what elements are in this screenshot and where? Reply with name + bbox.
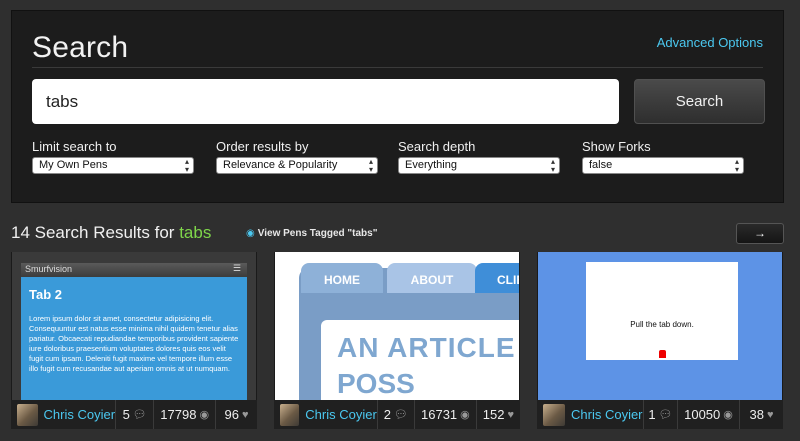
select-arrows-icon: ▴ ▾ bbox=[184, 157, 189, 174]
select-value: My Own Pens bbox=[39, 159, 108, 171]
page-title: Search bbox=[32, 31, 129, 64]
preview-tab: ABOUT bbox=[387, 263, 477, 293]
select-value: Everything bbox=[405, 159, 457, 171]
avatar[interactable] bbox=[543, 403, 565, 426]
pen-card: Pull the tab down. Chris Coyier 1 💬︎ 1005… bbox=[537, 252, 783, 429]
filter-order: Order results by Relevance & Popularity … bbox=[216, 139, 378, 174]
filter-forks: Show Forks false ▴ ▾ bbox=[582, 139, 744, 174]
heart-icon: ♥ bbox=[507, 408, 514, 421]
pen-preview[interactable]: Pull the tab down. bbox=[538, 252, 782, 400]
forks-select[interactable]: false ▴ ▾ bbox=[582, 157, 744, 174]
hearts-stat[interactable]: 38 ♥ bbox=[739, 400, 783, 429]
card-footer: Chris Coyier 1 💬︎ 10050 ◉ 38 ♥ bbox=[537, 400, 783, 429]
comments-stat[interactable]: 2 💬︎ bbox=[376, 400, 414, 429]
comment-icon: 💬︎ bbox=[658, 409, 673, 421]
comments-count: 5 bbox=[122, 407, 130, 422]
hearts-stat[interactable]: 152 ♥ bbox=[475, 400, 520, 429]
pen-card: HOME ABOUT CLIEN AN ARTICLE RIGH POSS Ch… bbox=[274, 252, 520, 429]
pen-card: Smurfvision ☰ Tab 2 Lorem ipsum dolor si… bbox=[11, 252, 257, 429]
preview-headline-2: POSS bbox=[337, 368, 415, 399]
views-stat: 10050 ◉ bbox=[677, 400, 739, 429]
search-button[interactable]: Search bbox=[634, 79, 765, 124]
pen-preview[interactable]: HOME ABOUT CLIEN AN ARTICLE RIGH POSS bbox=[275, 252, 519, 400]
preview-tab: CLIEN bbox=[475, 263, 519, 293]
heart-icon: ♥ bbox=[766, 408, 774, 421]
results-term: tabs bbox=[179, 223, 212, 242]
avatar[interactable] bbox=[280, 403, 300, 426]
order-select[interactable]: Relevance & Popularity ▴ ▾ bbox=[216, 157, 378, 174]
select-arrows-icon: ▴ ▾ bbox=[368, 157, 373, 174]
divider bbox=[32, 67, 763, 68]
preview-bar: Smurfvision ☰ bbox=[21, 263, 247, 277]
eye-icon: ◉ bbox=[723, 409, 733, 421]
comment-icon: 💬︎ bbox=[394, 409, 408, 421]
preview-text: Lorem ipsum dolor sit amet, consectetur … bbox=[29, 314, 239, 373]
search-page: Search Advanced Options Search Limit sea… bbox=[0, 0, 800, 441]
preview-heading: Tab 2 bbox=[29, 287, 62, 302]
preview-tab: HOME bbox=[301, 263, 383, 293]
views-count: 16731 bbox=[421, 407, 458, 422]
filter-limit: Limit search to My Own Pens ▴ ▾ bbox=[32, 139, 194, 174]
views-stat: 16731 ◉ bbox=[414, 400, 476, 429]
select-arrows-icon: ▴ ▾ bbox=[734, 157, 739, 174]
preview-body: Tab 2 Lorem ipsum dolor sit amet, consec… bbox=[21, 277, 247, 400]
hearts-count: 38 bbox=[749, 407, 764, 422]
heart-icon: ♥ bbox=[241, 408, 249, 421]
comments-stat[interactable]: 1 💬︎ bbox=[643, 400, 677, 429]
filter-label: Order results by bbox=[216, 139, 309, 154]
arrow-right-icon: → bbox=[754, 226, 766, 240]
views-count: 17798 bbox=[160, 407, 197, 422]
results-count: 14 Search Results for bbox=[11, 223, 175, 242]
preview-bar-title: Smurfvision bbox=[25, 264, 73, 274]
view-tagged-label: View Pens Tagged "tabs" bbox=[257, 228, 378, 239]
eye-icon: ◉ bbox=[199, 409, 210, 421]
pen-preview[interactable]: Smurfvision ☰ Tab 2 Lorem ipsum dolor si… bbox=[12, 252, 256, 400]
select-arrows-icon: ▴ ▾ bbox=[550, 157, 555, 174]
author-link[interactable]: Chris Coyier bbox=[44, 407, 116, 422]
menu-icon: ☰ bbox=[232, 263, 241, 273]
avatar[interactable] bbox=[17, 403, 38, 426]
views-count: 10050 bbox=[684, 407, 721, 422]
card-footer: Chris Coyier 2 💬︎ 16731 ◉ 152 ♥ bbox=[274, 400, 520, 429]
select-value: false bbox=[589, 159, 613, 171]
search-panel: Search Advanced Options Search Limit sea… bbox=[11, 10, 784, 203]
eye-icon: ◉ bbox=[460, 409, 470, 421]
comments-count: 1 bbox=[648, 407, 656, 422]
eye-icon: ◉ bbox=[246, 228, 255, 239]
comment-icon: 💬︎ bbox=[132, 409, 147, 421]
filter-label: Show Forks bbox=[582, 139, 651, 154]
card-footer: Chris Coyier 5 💬︎ 17798 ◉ 96 ♥ bbox=[11, 400, 257, 429]
select-value: Relevance & Popularity bbox=[223, 159, 338, 171]
author-link[interactable]: Chris Coyier bbox=[571, 407, 643, 422]
preview-headline: AN ARTICLE RIGH bbox=[337, 332, 519, 363]
view-tagged-link[interactable]: ◉ View Pens Tagged "tabs" bbox=[246, 228, 377, 239]
comments-count: 2 bbox=[383, 407, 392, 422]
filter-label: Search depth bbox=[398, 139, 476, 154]
next-page-button[interactable]: → bbox=[736, 223, 784, 244]
filter-label: Limit search to bbox=[32, 139, 117, 154]
author-link[interactable]: Chris Coyier bbox=[305, 407, 377, 422]
views-stat: 17798 ◉ bbox=[153, 400, 215, 429]
filter-depth: Search depth Everything ▴ ▾ bbox=[398, 139, 560, 174]
hearts-count: 152 bbox=[482, 407, 505, 422]
pull-tab-handle bbox=[659, 350, 666, 358]
preview-box: Pull the tab down. bbox=[586, 262, 738, 360]
limit-select[interactable]: My Own Pens ▴ ▾ bbox=[32, 157, 194, 174]
advanced-options-link[interactable]: Advanced Options bbox=[657, 35, 763, 50]
hearts-stat[interactable]: 96 ♥ bbox=[215, 400, 257, 429]
results-heading: 14 Search Results for tabs bbox=[11, 223, 211, 243]
depth-select[interactable]: Everything ▴ ▾ bbox=[398, 157, 560, 174]
comments-stat[interactable]: 5 💬︎ bbox=[115, 400, 153, 429]
preview-message: Pull the tab down. bbox=[630, 320, 694, 329]
hearts-count: 96 bbox=[224, 407, 239, 422]
search-input[interactable] bbox=[32, 79, 619, 124]
